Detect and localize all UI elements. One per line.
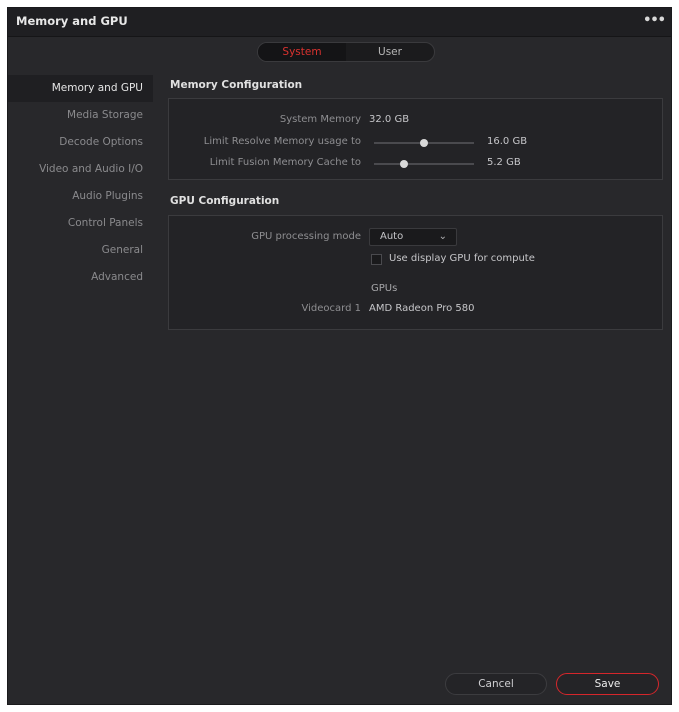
sidebar-item-memory-and-gpu[interactable]: Memory and GPU [8,75,153,102]
gpu-processing-mode-label: GPU processing mode [251,231,361,242]
tab-user[interactable]: User [346,43,434,61]
gpu-processing-mode-dropdown[interactable]: Auto ⌄ [369,228,457,246]
more-options-icon[interactable]: ••• [643,13,666,28]
window-title: Memory and GPU [16,14,128,28]
fusion-cache-slider-track [374,163,474,165]
fusion-cache-slider-handle[interactable] [400,160,408,168]
save-button[interactable]: Save [556,673,659,695]
sidebar-item-decode-options[interactable]: Decode Options [8,129,153,156]
resolve-memory-slider[interactable] [374,137,474,149]
sidebar-item-video-and-audio-io[interactable]: Video and Audio I/O [8,156,153,183]
sidebar-item-audio-plugins[interactable]: Audio Plugins [8,183,153,210]
use-display-gpu-label: Use display GPU for compute [389,253,535,264]
memory-section-title: Memory Configuration [170,79,303,91]
resolve-memory-limit-label: Limit Resolve Memory usage to [203,136,361,147]
gpu-processing-mode-value: Auto [380,231,404,242]
memory-gpu-dialog: Memory and GPU ••• System User Memory an… [7,7,672,705]
resolve-memory-slider-handle[interactable] [420,139,428,147]
system-user-toggle: System User [257,42,435,62]
memory-config-panel: System Memory 32.0 GB Limit Resolve Memo… [168,98,663,180]
fusion-cache-limit-label: Limit Fusion Memory Cache to [209,157,361,168]
title-bar: Memory and GPU ••• [8,8,671,37]
chevron-down-icon: ⌄ [438,231,447,242]
videocard-value: AMD Radeon Pro 580 [369,303,475,314]
gpu-section-title: GPU Configuration [170,195,280,207]
sidebar-item-control-panels[interactable]: Control Panels [8,210,153,237]
cancel-button[interactable]: Cancel [445,673,547,695]
gpus-header: GPUs [371,283,398,294]
resolve-memory-limit-value: 16.0 GB [487,136,528,147]
settings-sidebar: Memory and GPU Media Storage Decode Opti… [8,75,153,291]
gpu-config-panel: GPU processing mode Auto ⌄ Use display G… [168,215,663,330]
tab-system[interactable]: System [258,43,346,61]
sidebar-item-advanced[interactable]: Advanced [8,264,153,291]
system-memory-label: System Memory [279,114,361,125]
fusion-cache-slider[interactable] [374,158,474,170]
sidebar-item-media-storage[interactable]: Media Storage [8,102,153,129]
fusion-cache-limit-value: 5.2 GB [487,157,521,168]
system-memory-value: 32.0 GB [369,114,410,125]
use-display-gpu-checkbox[interactable] [371,254,382,265]
sidebar-item-general[interactable]: General [8,237,153,264]
videocard-label: Videocard 1 [301,303,361,314]
